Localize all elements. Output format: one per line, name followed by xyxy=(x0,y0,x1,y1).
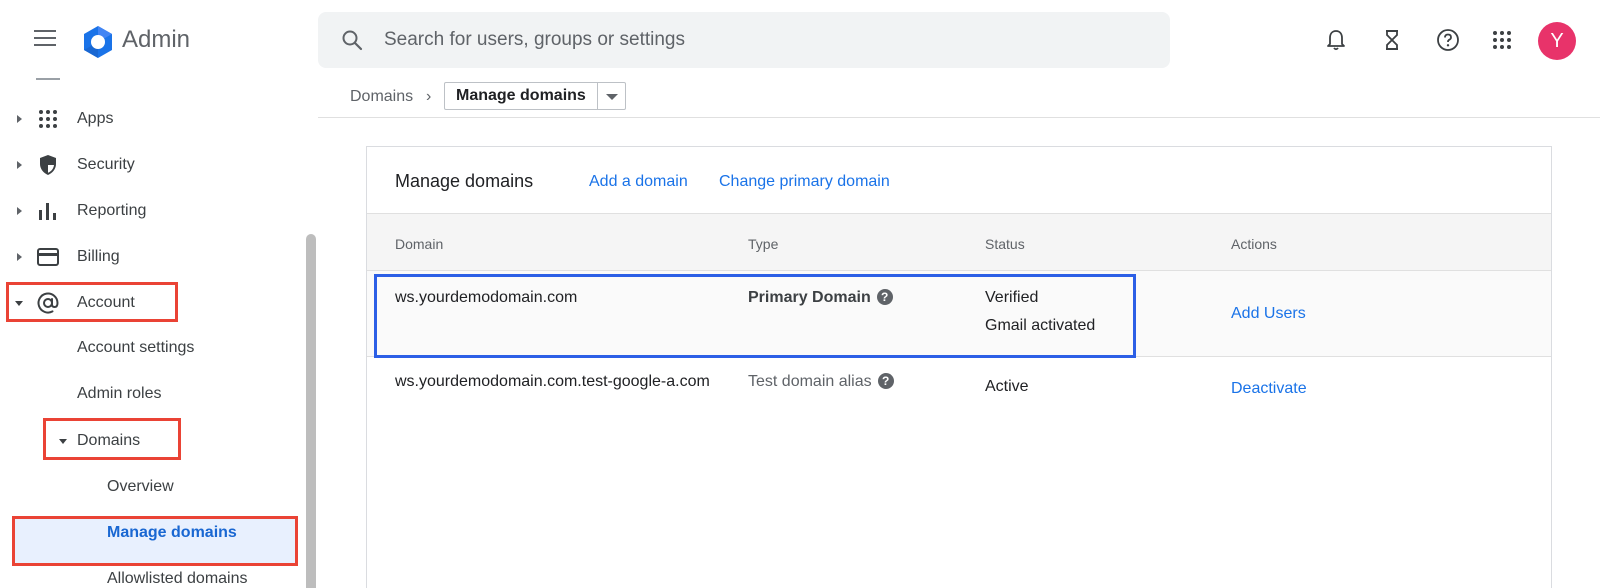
avatar[interactable]: Y xyxy=(1538,22,1576,60)
sidebar-item-label: Reporting xyxy=(77,202,147,219)
sidebar-item-label: Security xyxy=(77,156,135,173)
expand-arrow-icon[interactable] xyxy=(14,113,24,125)
domain-type: Test domain alias? xyxy=(748,373,894,391)
admin-logo-icon[interactable] xyxy=(80,24,116,60)
table-header: Domain Type Status Actions xyxy=(367,213,1551,271)
sidebar-item-label: Apps xyxy=(77,110,114,127)
expand-arrow-icon[interactable] xyxy=(14,205,24,217)
add-domain-link[interactable]: Add a domain xyxy=(589,173,688,191)
column-header-domain: Domain xyxy=(395,236,444,252)
card-title: Manage domains xyxy=(395,171,534,191)
search-bar[interactable] xyxy=(318,12,1170,68)
notifications-icon[interactable] xyxy=(1324,28,1348,52)
sidebar-item-overview[interactable]: Overview xyxy=(107,478,174,496)
breadcrumb-current-dropdown[interactable]: Manage domains xyxy=(444,82,626,110)
card-header: Manage domains Add a domain Change prima… xyxy=(367,147,1551,213)
deactivate-link[interactable]: Deactivate xyxy=(1231,380,1307,398)
apps-grid-icon[interactable] xyxy=(1490,28,1514,52)
help-icon[interactable]: ? xyxy=(877,373,894,389)
column-header-status: Status xyxy=(985,236,1025,252)
highlight-box-domains xyxy=(43,418,181,460)
breadcrumb-separator-icon: › xyxy=(426,88,432,105)
highlight-box-manage-domains xyxy=(12,516,298,566)
breadcrumb-domains-link[interactable]: Domains xyxy=(350,88,413,106)
sidebar-item-allowlisted-domains[interactable]: Allowlisted domains xyxy=(107,570,248,588)
sidebar-scrollbar[interactable] xyxy=(306,234,316,588)
apps-grid-icon xyxy=(39,110,57,128)
shield-icon xyxy=(40,155,56,175)
table-row: ws.yourdemodomain.com.test-google-a.com … xyxy=(367,357,1551,437)
manage-domains-card: Manage domains Add a domain Change prima… xyxy=(366,146,1552,588)
sidebar-item-security[interactable]: Security xyxy=(0,142,300,188)
highlight-box-primary-domain xyxy=(374,274,1136,358)
app-title: Admin xyxy=(122,26,191,53)
expand-arrow-icon[interactable] xyxy=(14,159,24,171)
add-users-link[interactable]: Add Users xyxy=(1231,305,1306,323)
sidebar-item-billing[interactable]: Billing xyxy=(0,234,300,280)
highlight-box-account xyxy=(6,282,178,322)
search-icon xyxy=(342,30,363,51)
search-input[interactable] xyxy=(384,28,1144,52)
column-header-type: Type xyxy=(748,236,779,252)
breadcrumb-current-label: Manage domains xyxy=(456,87,586,104)
sidebar-item-reporting[interactable]: Reporting xyxy=(0,188,300,234)
column-header-actions: Actions xyxy=(1231,236,1277,252)
change-primary-domain-link[interactable]: Change primary domain xyxy=(719,173,890,191)
expand-arrow-icon[interactable] xyxy=(14,251,24,263)
help-icon[interactable] xyxy=(1436,28,1460,52)
sidebar-item-apps[interactable]: Apps xyxy=(0,96,300,142)
sidebar-item-label: Billing xyxy=(77,248,120,265)
bar-chart-icon xyxy=(39,203,56,220)
hourglass-icon[interactable] xyxy=(1380,28,1404,52)
sidebar-item-account-settings[interactable]: Account settings xyxy=(77,339,194,357)
domain-name: ws.yourdemodomain.com.test-google-a.com xyxy=(395,373,710,390)
credit-card-icon xyxy=(37,248,59,266)
dropdown-arrow-icon[interactable] xyxy=(596,83,625,109)
collapsed-divider xyxy=(36,78,60,80)
main-menu-icon[interactable] xyxy=(34,30,56,48)
top-bar: Admin Y xyxy=(0,0,1600,80)
sidebar: Apps Security Reporting Billing Account … xyxy=(0,76,320,588)
header-divider xyxy=(318,117,1600,118)
domain-type-label: Test domain alias xyxy=(748,373,872,390)
sidebar-item-admin-roles[interactable]: Admin roles xyxy=(77,385,161,403)
domain-status: Active xyxy=(985,378,1029,395)
